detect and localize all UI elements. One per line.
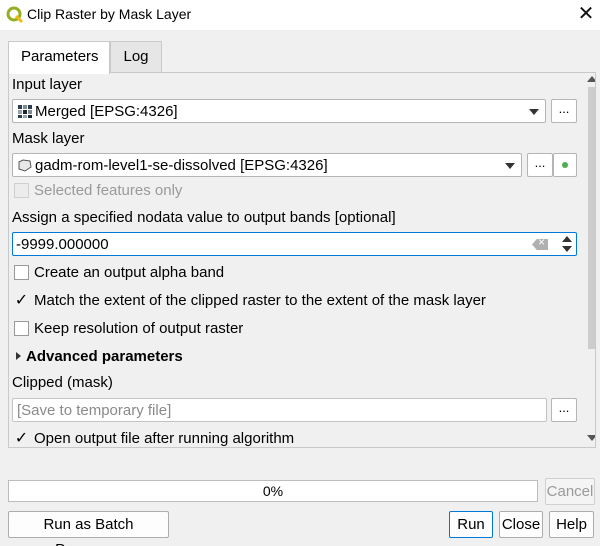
close-window-icon[interactable]: ✕ [573,2,599,26]
expand-arrow-icon[interactable] [16,352,21,360]
tab-parameters[interactable]: Parameters [8,41,110,74]
keep-resolution-checkbox[interactable] [14,321,29,336]
run-batch-button[interactable]: Run as Batch Process... [8,511,169,546]
spinbox-arrows[interactable] [560,235,574,253]
match-extent-label: Match the extent of the clipped raster t… [34,292,486,309]
mask-layer-label: Mask layer [12,130,85,147]
cancel-button[interactable]: Cancel [545,478,595,505]
chevron-down-icon [529,109,539,115]
progress-bar: 0% [8,480,538,502]
clipped-output-input[interactable]: [Save to temporary file] [12,398,547,422]
window-title: Clip Raster by Mask Layer [27,6,192,22]
clipped-label: Clipped (mask) [12,374,113,391]
selected-features-label: Selected features only [34,182,183,199]
open-output-checkbox[interactable]: ✓ [14,431,29,447]
mask-layer-value: gadm-rom-level1-se-dissolved [EPSG:4326] [35,157,328,174]
chevron-down-icon [505,163,515,169]
advanced-parameters-toggle[interactable]: Advanced parameters [26,348,183,365]
mask-layer-browse-button[interactable]: ... [527,153,553,177]
tab-log[interactable]: Log [110,41,162,73]
green-dot-icon [562,162,568,168]
parameters-panel: Input layer Merged [EPSG:4326] ... Mask … [8,72,596,448]
qgis-logo-icon [6,6,24,24]
scroll-down-icon[interactable] [587,435,595,441]
nodata-label: Assign a specified nodata value to outpu… [12,209,396,226]
polygon-layer-icon [18,159,32,172]
clear-icon[interactable] [532,239,548,250]
selected-features-checkbox[interactable] [14,183,29,198]
close-button[interactable]: Close [499,511,543,538]
help-button[interactable]: Help [549,511,594,538]
alpha-band-checkbox[interactable] [14,265,29,280]
clipped-output-browse-button[interactable]: ... [551,398,577,422]
run-button[interactable]: Run [449,511,493,538]
input-layer-combo[interactable]: Merged [EPSG:4326] [12,99,546,123]
open-output-label: Open output file after running algorithm [34,430,295,447]
input-layer-value: Merged [EPSG:4326] [35,103,178,120]
nodata-input[interactable]: -9999.000000 [12,232,577,256]
input-layer-label: Input layer [12,76,83,93]
scroll-up-icon[interactable] [587,76,595,82]
nodata-value: -9999.000000 [16,236,109,253]
alpha-band-label: Create an output alpha band [34,264,225,281]
clipped-output-placeholder: [Save to temporary file] [17,402,172,419]
iterate-over-layer-button[interactable] [553,153,577,177]
chevron-down-icon [562,246,572,252]
chevron-up-icon [562,236,572,242]
vertical-scrollbar[interactable] [587,73,595,447]
raster-layer-icon [18,105,32,118]
title-bar: Clip Raster by Mask Layer ✕ [0,0,600,30]
match-extent-checkbox[interactable]: ✓ [14,293,29,309]
mask-layer-combo[interactable]: gadm-rom-level1-se-dissolved [EPSG:4326] [12,153,522,177]
scroll-thumb[interactable] [588,87,595,349]
input-layer-browse-button[interactable]: ... [551,99,577,123]
keep-resolution-label: Keep resolution of output raster [34,320,244,337]
